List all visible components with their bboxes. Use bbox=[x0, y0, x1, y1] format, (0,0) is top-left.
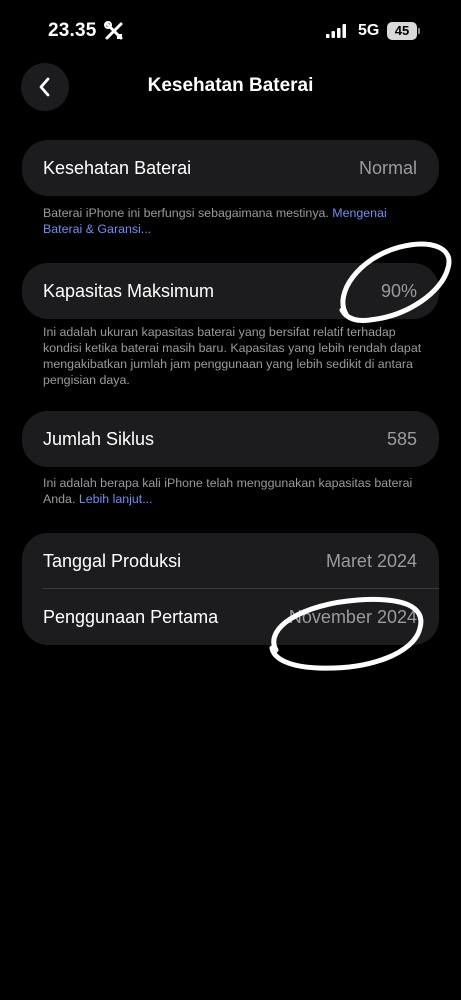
network-type-label: 5G bbox=[358, 22, 380, 39]
max-capacity-label: Kapasitas Maksimum bbox=[43, 280, 215, 301]
battery-health-footnote: Baterai iPhone ini berfungsi sebagaimana… bbox=[43, 205, 423, 237]
first-use-value: November 2024 bbox=[288, 606, 417, 627]
cellular-signal-icon bbox=[326, 24, 346, 38]
battery-health-note: Baterai iPhone ini berfungsi sebagaimana… bbox=[43, 206, 333, 220]
battery-level-text: 45 bbox=[394, 23, 410, 38]
battery-dates-card: Tanggal Produksi Maret 2024 Penggunaan P… bbox=[22, 533, 439, 645]
manufacture-date-label: Tanggal Produksi bbox=[43, 550, 182, 571]
battery-icon: 45 bbox=[387, 22, 420, 40]
battery-health-card: Kesehatan Baterai Normal bbox=[22, 140, 439, 196]
first-use-label: Penggunaan Pertama bbox=[43, 606, 219, 627]
battery-health-value: Normal bbox=[358, 157, 417, 178]
cycle-count-label: Jumlah Siklus bbox=[43, 428, 155, 449]
status-time: 23.35 bbox=[48, 20, 97, 41]
cycle-count-footnote: Ini adalah berapa kali iPhone telah meng… bbox=[43, 475, 423, 507]
battery-health-row: Kesehatan Baterai Normal bbox=[22, 140, 439, 196]
first-use-row: Penggunaan Pertama November 2024 bbox=[22, 589, 439, 645]
battery-health-label: Kesehatan Baterai bbox=[43, 157, 192, 178]
manufacture-date-row: Tanggal Produksi Maret 2024 bbox=[22, 533, 439, 589]
page-title: Kesehatan Baterai bbox=[147, 75, 314, 96]
max-capacity-footnote: Ini adalah ukuran kapasitas baterai yang… bbox=[43, 325, 422, 387]
cycle-count-value: 585 bbox=[386, 428, 417, 449]
max-capacity-card: Kapasitas Maksimum 90% bbox=[22, 263, 439, 319]
max-capacity-row: Kapasitas Maksimum 90% bbox=[22, 263, 439, 319]
manufacture-date-value: Maret 2024 bbox=[325, 550, 417, 571]
status-bar: 23.35 5G 45 bbox=[0, 0, 461, 60]
cycle-count-row: Jumlah Siklus 585 bbox=[22, 411, 439, 467]
cycle-count-card: Jumlah Siklus 585 bbox=[22, 411, 439, 467]
max-capacity-value: 90% bbox=[380, 280, 417, 301]
tools-icon bbox=[104, 21, 123, 40]
battery-health-screen: 23.35 5G 45 Kesehatan Baterai Kesehatan … bbox=[0, 0, 461, 1000]
learn-more-link[interactable]: Lebih lanjut... bbox=[79, 492, 153, 506]
